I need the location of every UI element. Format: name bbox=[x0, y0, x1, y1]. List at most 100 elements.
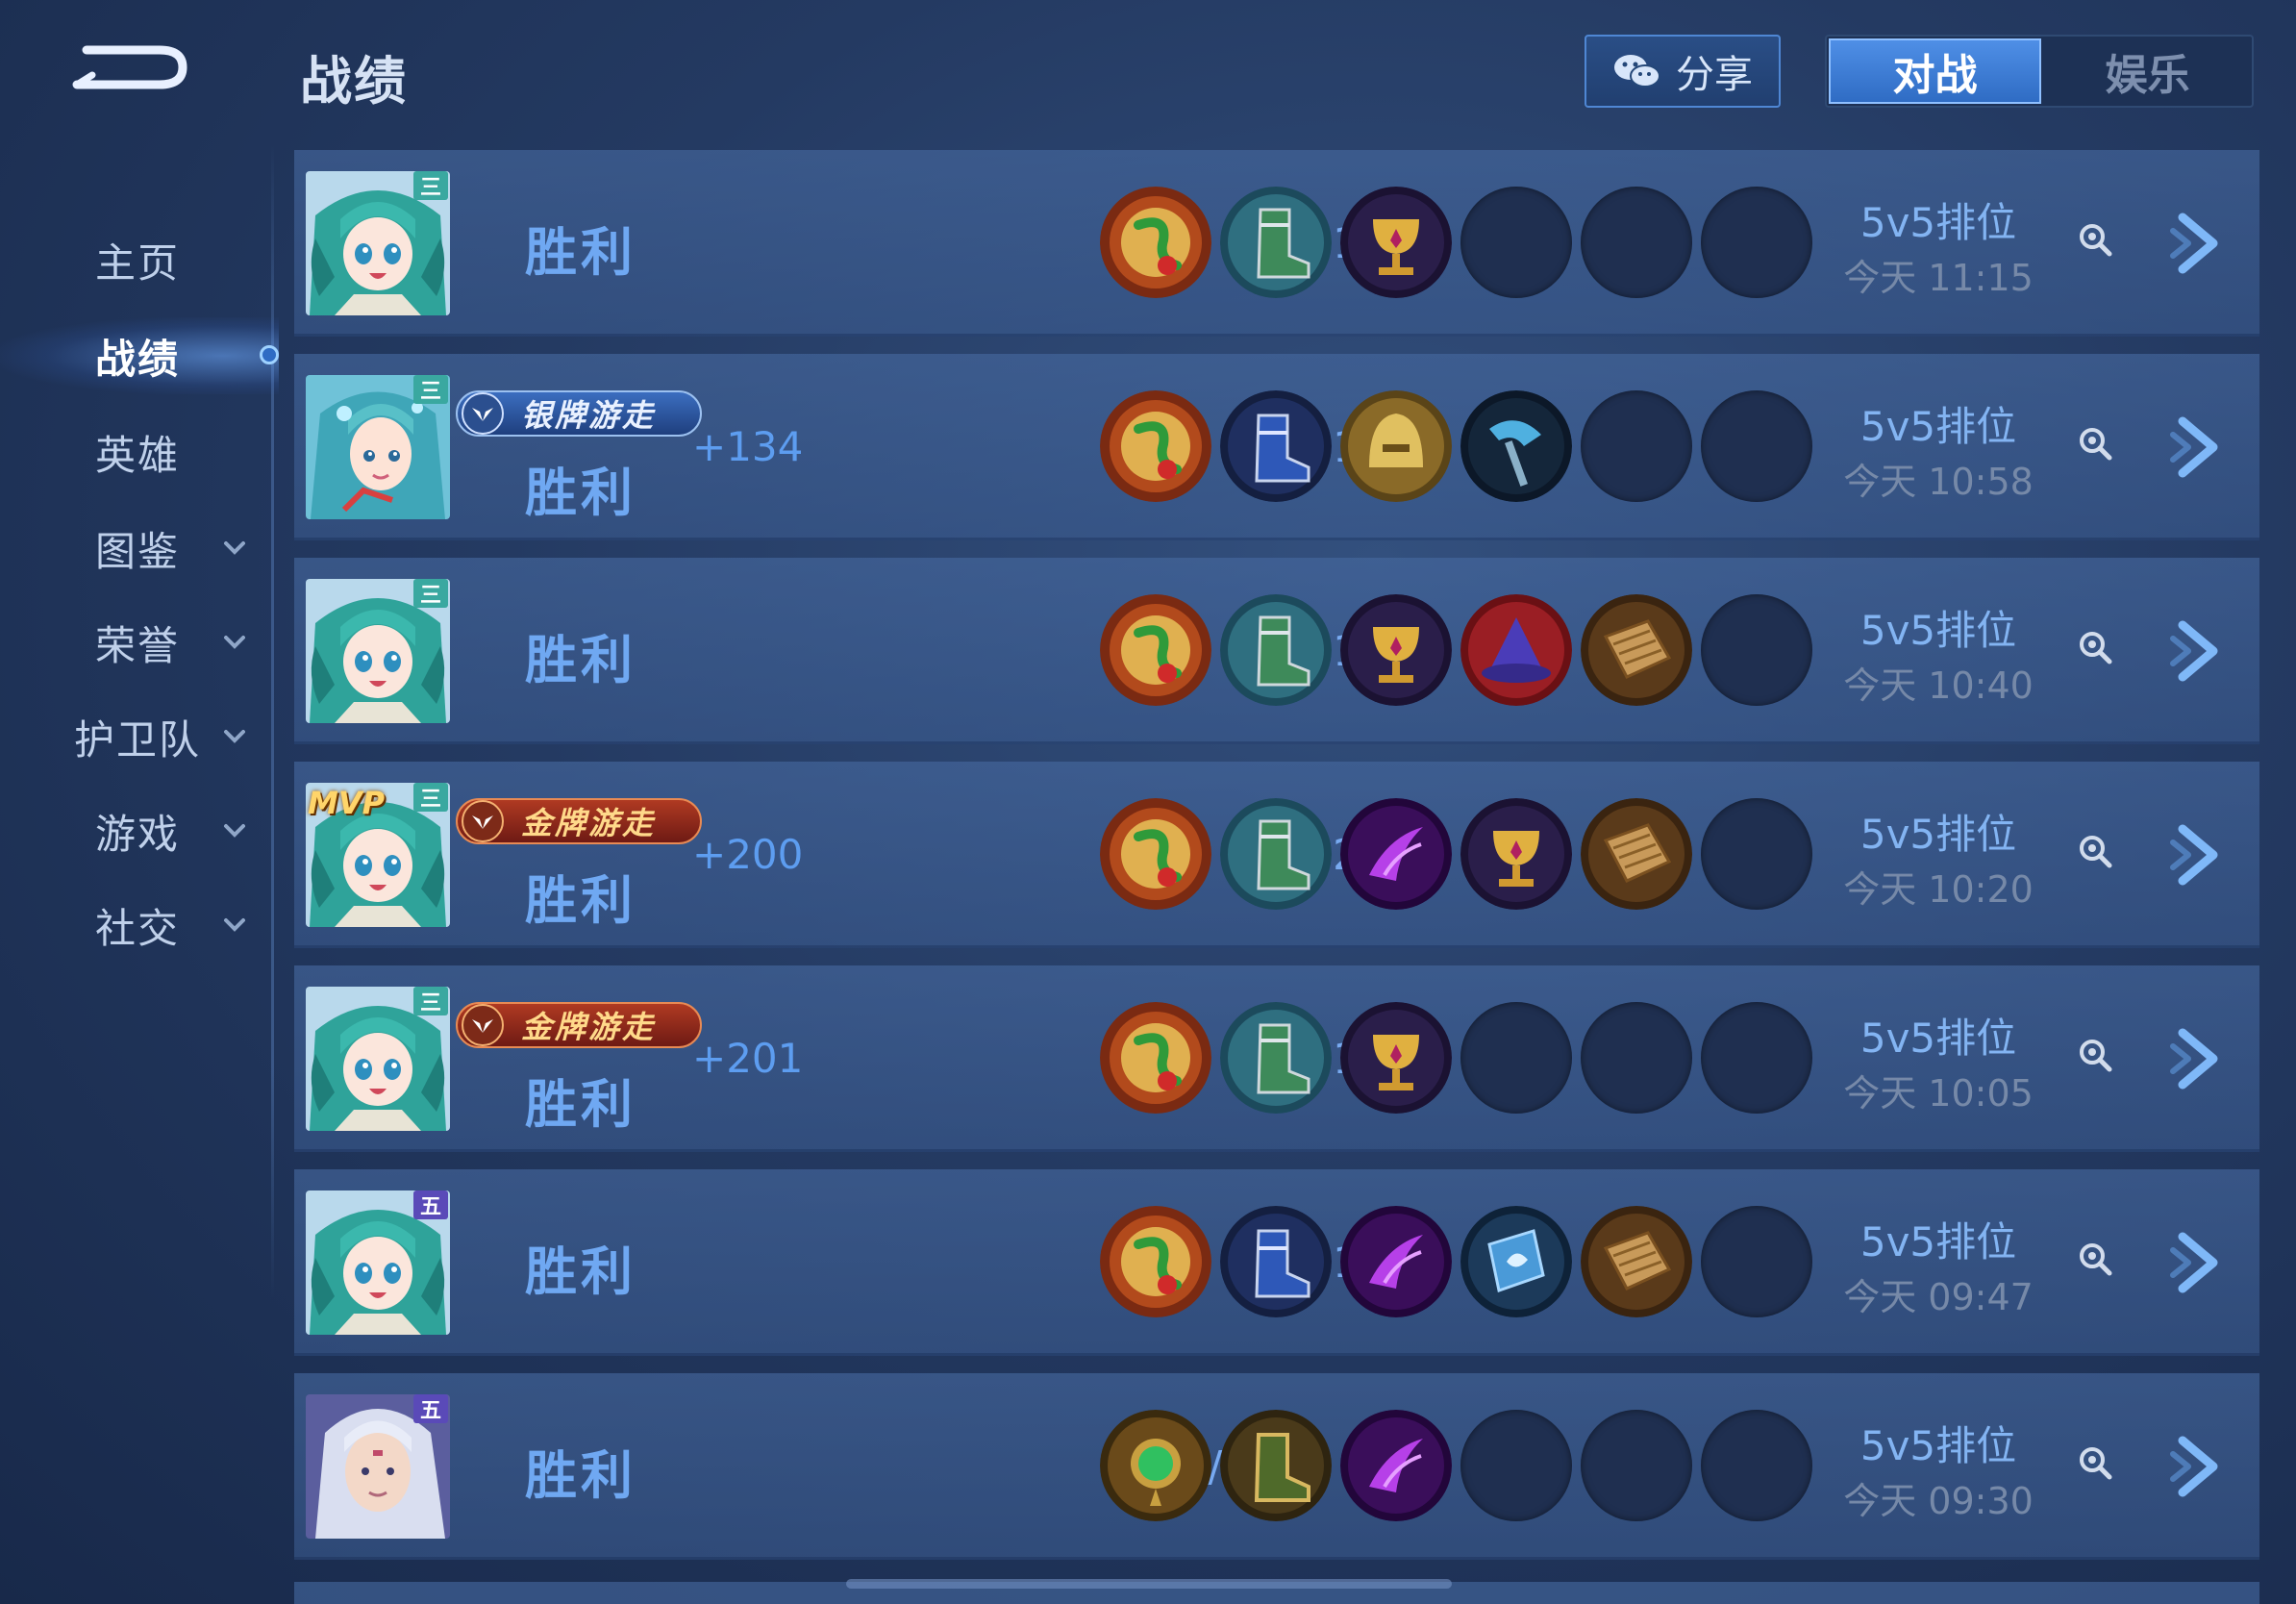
share-button[interactable]: 分享 bbox=[1585, 35, 1781, 108]
item-slot bbox=[1220, 594, 1332, 706]
chevron-right-icon bbox=[2170, 416, 2218, 478]
rank-tag-label: 金牌游走 bbox=[521, 1009, 657, 1045]
item-purple-claw-icon bbox=[1340, 1206, 1452, 1317]
item-blue-gem-icon bbox=[1460, 1206, 1572, 1317]
scrollbar-thumb[interactable] bbox=[846, 1579, 1452, 1589]
game-mode: 5v5排位 bbox=[1859, 607, 2017, 654]
chevron-right-icon bbox=[2170, 1436, 2218, 1497]
empty-item-slot bbox=[1581, 187, 1692, 298]
match-result: 胜利 bbox=[525, 1241, 636, 1302]
sidebar-item-game[interactable]: 游戏 bbox=[0, 783, 275, 879]
empty-item-slot bbox=[1460, 1002, 1572, 1114]
match-detail-button[interactable] bbox=[2169, 1229, 2233, 1296]
spectate-icon bbox=[2080, 224, 2112, 257]
sidebar-item-home[interactable]: 主页 bbox=[0, 212, 275, 308]
back-arrow-icon bbox=[72, 45, 187, 89]
tab-entertainment[interactable]: 娱乐 bbox=[2043, 37, 2252, 106]
sidebar-item-label: 社交 bbox=[94, 904, 180, 952]
chevron-right-icon bbox=[2170, 824, 2218, 886]
item-slot bbox=[1340, 594, 1452, 706]
item-slot bbox=[1460, 390, 1572, 502]
item-slot bbox=[1100, 1410, 1211, 1521]
item-slot bbox=[1220, 1002, 1332, 1114]
spectate-button[interactable] bbox=[2077, 1444, 2115, 1483]
item-purple-hat-icon bbox=[1460, 594, 1572, 706]
sidebar-item-honor[interactable]: 荣誉 bbox=[0, 594, 275, 690]
item-wooden-book-icon bbox=[1581, 594, 1692, 706]
sidebar: 主页战绩英雄 图鉴荣誉护卫队游戏社交 bbox=[0, 144, 275, 1298]
item-slot bbox=[1100, 798, 1211, 910]
match-row[interactable]: 五胜利1 / 3 / 11 5v5排位今天 09:47 bbox=[294, 1169, 2259, 1356]
mode-badge: 三 bbox=[413, 783, 448, 812]
spectate-button[interactable] bbox=[2077, 1241, 2115, 1279]
rank-points: +201 bbox=[692, 1035, 804, 1082]
empty-item-slot bbox=[1581, 1410, 1692, 1521]
chevron-down-icon bbox=[224, 636, 245, 649]
item-slot bbox=[1340, 1410, 1452, 1521]
chevron-down-icon bbox=[224, 918, 245, 932]
item-slot bbox=[1460, 594, 1572, 706]
item-slot bbox=[1220, 1410, 1332, 1521]
empty-item-slot bbox=[1460, 187, 1572, 298]
sidebar-item-label: 荣誉 bbox=[94, 621, 180, 669]
match-detail-button[interactable] bbox=[2169, 1433, 2233, 1500]
item-serpent-orb-icon bbox=[1100, 187, 1211, 298]
mode-badge: 五 bbox=[413, 1394, 448, 1423]
item-blue-boots-icon bbox=[1220, 1206, 1332, 1317]
item-gold-helmet-icon bbox=[1340, 390, 1452, 502]
tab-battle[interactable]: 对战 bbox=[1829, 38, 2041, 104]
sidebar-item-heroes[interactable]: 英雄 bbox=[0, 404, 275, 500]
item-slot bbox=[1460, 798, 1572, 910]
item-gold-boots-icon bbox=[1220, 1410, 1332, 1521]
sidebar-item-label: 游戏 bbox=[94, 810, 180, 858]
item-green-boots-icon bbox=[1220, 1002, 1332, 1114]
match-detail-button[interactable] bbox=[2169, 617, 2233, 685]
match-detail-button[interactable] bbox=[2169, 1025, 2233, 1092]
match-row[interactable]: 五胜利1 / 4 / 6 5v5排位今天 09:30 bbox=[294, 1373, 2259, 1560]
match-result: 胜利 bbox=[525, 222, 636, 283]
rank-points: +200 bbox=[692, 831, 804, 878]
item-slot bbox=[1340, 798, 1452, 910]
game-mode: 5v5排位 bbox=[1859, 403, 2017, 450]
rank-emblem bbox=[462, 800, 504, 842]
item-serpent-orb-icon bbox=[1100, 390, 1211, 502]
match-row[interactable]: 三胜利0 / 3 / 13 5v5排位今天 10:40 bbox=[294, 558, 2259, 744]
item-golden-goblet-icon bbox=[1340, 187, 1452, 298]
item-green-amulet-icon bbox=[1100, 1410, 1211, 1521]
sidebar-item-guard-team[interactable]: 护卫队 bbox=[0, 689, 275, 785]
sidebar-item-label: 战绩 bbox=[94, 335, 180, 383]
match-time: 今天 10:40 bbox=[1843, 664, 2034, 707]
page-title: 战绩 bbox=[300, 51, 408, 112]
item-slot bbox=[1100, 594, 1211, 706]
match-detail-button[interactable] bbox=[2169, 821, 2233, 889]
match-time: 今天 11:15 bbox=[1843, 257, 2034, 299]
match-row[interactable]: 三MVP 金牌游走 +200胜利2 / 4 / 23 bbox=[294, 762, 2259, 948]
spectate-button[interactable] bbox=[2077, 629, 2115, 667]
game-mode: 5v5排位 bbox=[1859, 1422, 2017, 1469]
item-green-boots-icon bbox=[1220, 798, 1332, 910]
item-slot bbox=[1460, 1206, 1572, 1317]
match-row[interactable]: 三 金牌游走 +201胜利2 / 1 / 16 5v5排位今天 10:05 bbox=[294, 965, 2259, 1152]
match-detail-button[interactable] bbox=[2169, 414, 2233, 481]
wechat-icon bbox=[1614, 55, 1660, 88]
back-button[interactable] bbox=[67, 37, 190, 98]
sidebar-item-record[interactable]: 战绩 bbox=[0, 308, 275, 404]
spectate-icon bbox=[2080, 836, 2112, 868]
spectate-button[interactable] bbox=[2077, 1037, 2115, 1075]
chevron-down-icon bbox=[224, 730, 245, 743]
item-slot bbox=[1340, 187, 1452, 298]
sidebar-item-label: 主页 bbox=[94, 238, 180, 287]
match-row[interactable]: 三 银牌游走 +134胜利2 / 1 / 19 5v5排位今天 10:58 bbox=[294, 354, 2259, 540]
mode-badge: 三 bbox=[413, 375, 448, 404]
spectate-button[interactable] bbox=[2077, 221, 2115, 260]
spectate-button[interactable] bbox=[2077, 833, 2115, 871]
match-row[interactable]: 三胜利0 / 2 / 11 5v5排位今天 11:15 bbox=[294, 150, 2259, 337]
spectate-button[interactable] bbox=[2077, 425, 2115, 464]
item-slot bbox=[1100, 1002, 1211, 1114]
match-detail-button[interactable] bbox=[2169, 210, 2233, 277]
spectate-icon bbox=[2080, 1447, 2112, 1480]
rank-emblem bbox=[462, 1004, 504, 1046]
sidebar-item-encyclopedia[interactable]: 图鉴 bbox=[0, 500, 275, 596]
sidebar-item-social[interactable]: 社交 bbox=[0, 877, 275, 973]
match-result: 胜利 bbox=[525, 630, 636, 690]
